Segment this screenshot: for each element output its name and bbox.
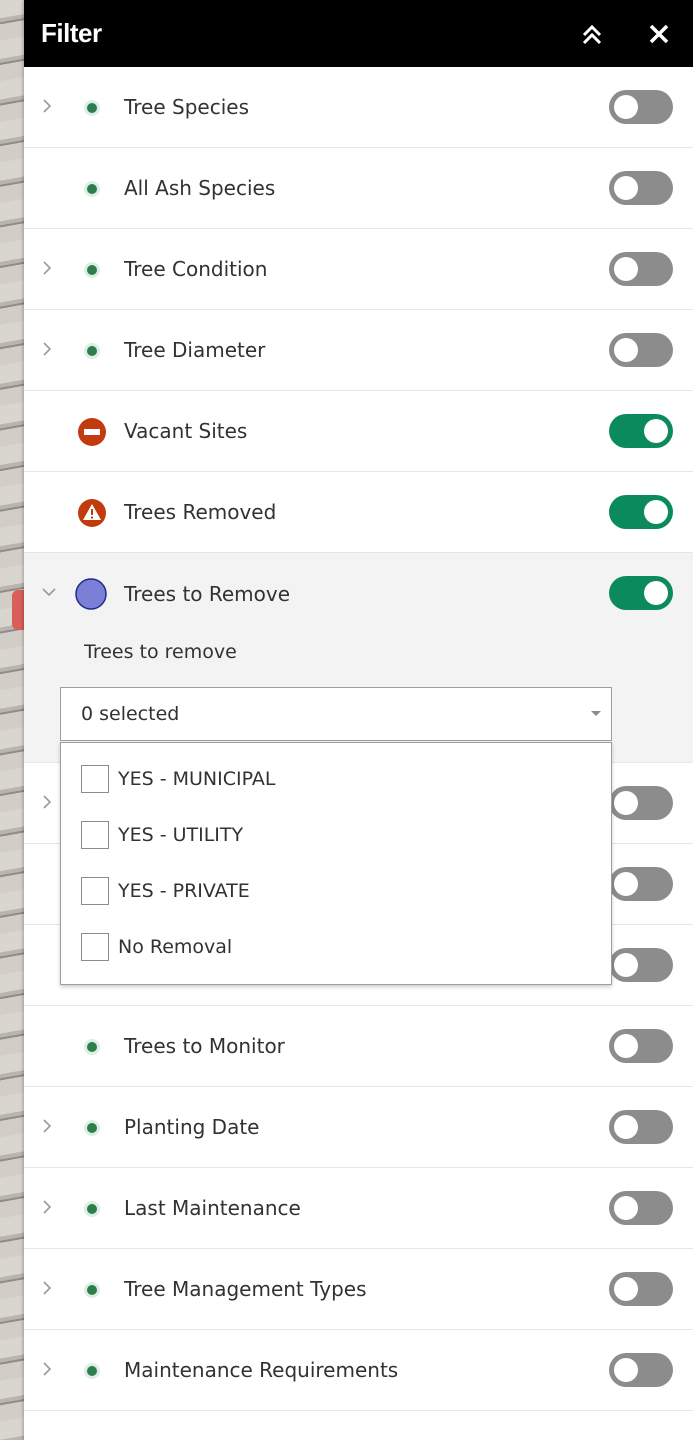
option-label: YES - MUNICIPAL (118, 768, 276, 790)
option-yes-utility[interactable]: YES - UTILITY (81, 819, 243, 851)
toggle-knob (614, 1277, 638, 1301)
filter-label: Last Maintenance (124, 1196, 301, 1220)
trees-to-remove-dropdown: YES - MUNICIPAL YES - UTILITY YES - PRIV… (60, 742, 612, 985)
map-feature (12, 590, 24, 630)
toggle-knob (614, 953, 638, 977)
panel-header: Filter (24, 0, 693, 67)
chevron-right-icon[interactable] (40, 1117, 54, 1135)
filter-label: All Ash Species (124, 176, 276, 200)
green-dot-icon (77, 1032, 107, 1062)
toggle-knob (644, 419, 668, 443)
filter-toggle[interactable] (609, 90, 673, 124)
green-dot-icon (77, 336, 107, 366)
filter-row-tree-species: Tree Species (24, 67, 693, 148)
toggle-knob (614, 1034, 638, 1058)
filter-row-last-maintenance: Last Maintenance (24, 1168, 693, 1249)
filter-toggle[interactable] (609, 867, 673, 901)
filter-row-planting-date: Planting Date (24, 1087, 693, 1168)
filter-toggle[interactable] (609, 171, 673, 205)
panel-title: Filter (41, 18, 102, 48)
filter-label: Vacant Sites (124, 419, 248, 443)
map-background (0, 0, 24, 1440)
filter-toggle[interactable] (609, 333, 673, 367)
green-dot-icon (77, 1356, 107, 1386)
filter-toggle[interactable] (609, 414, 673, 448)
filter-toggle[interactable] (609, 576, 673, 610)
filter-toggle[interactable] (609, 1272, 673, 1306)
filter-label: Trees Removed (124, 500, 277, 524)
toggle-knob (614, 1196, 638, 1220)
filter-toggle[interactable] (609, 948, 673, 982)
option-yes-private[interactable]: YES - PRIVATE (81, 875, 250, 907)
filter-label: Planting Date (124, 1115, 260, 1139)
option-yes-municipal[interactable]: YES - MUNICIPAL (81, 763, 275, 795)
filter-label: Tree Condition (124, 257, 268, 281)
chevron-right-icon[interactable] (40, 1198, 54, 1216)
toggle-knob (614, 257, 638, 281)
checkbox[interactable] (81, 877, 109, 905)
green-dot-icon (77, 174, 107, 204)
filter-toggle[interactable] (609, 1353, 673, 1387)
green-dot-icon (77, 93, 107, 123)
toggle-knob (614, 872, 638, 896)
filter-row-trees-removed: Trees Removed (24, 472, 693, 553)
green-dot-icon (77, 1113, 107, 1143)
filter-toggle[interactable] (609, 1110, 673, 1144)
green-dot-icon (77, 1194, 107, 1224)
filter-row-tree-condition: Tree Condition (24, 229, 693, 310)
filter-label: Tree Management Types (124, 1277, 367, 1301)
filter-label: Maintenance Requirements (124, 1358, 399, 1382)
chevron-right-icon[interactable] (40, 340, 54, 358)
chevron-right-icon[interactable] (40, 97, 54, 115)
filter-toggle[interactable] (609, 1191, 673, 1225)
caret-down-icon (591, 711, 601, 716)
sub-filter-label: Trees to remove (84, 641, 237, 663)
chevron-right-icon[interactable] (40, 793, 54, 811)
filter-row-vacant-sites: Vacant Sites (24, 391, 693, 472)
filter-row-all-ash-species: All Ash Species (24, 148, 693, 229)
chevron-right-icon[interactable] (40, 1279, 54, 1297)
option-label: No Removal (118, 936, 233, 958)
filter-row-trees-to-monitor: Trees to Monitor (24, 1006, 693, 1087)
chevron-right-icon[interactable] (40, 259, 54, 277)
checkbox[interactable] (81, 765, 109, 793)
green-dot-icon (77, 1275, 107, 1305)
filter-toggle[interactable] (609, 1029, 673, 1063)
filter-label: Tree Species (124, 95, 249, 119)
filter-row-tree-management-types: Tree Management Types (24, 1249, 693, 1330)
no-entry-icon (77, 417, 107, 447)
option-label: YES - UTILITY (118, 824, 244, 846)
checkbox[interactable] (81, 933, 109, 961)
filter-label: Trees to Monitor (124, 1034, 285, 1058)
toggle-knob (614, 95, 638, 119)
toggle-knob (614, 176, 638, 200)
option-label: YES - PRIVATE (118, 880, 250, 902)
green-dot-icon (77, 255, 107, 285)
checkbox[interactable] (81, 821, 109, 849)
toggle-knob (614, 1358, 638, 1382)
trees-to-remove-select[interactable]: 0 selected (60, 687, 612, 741)
option-no-removal[interactable]: No Removal (81, 931, 232, 963)
close-icon[interactable] (647, 22, 671, 46)
toggle-knob (644, 500, 668, 524)
filter-label: Tree Diameter (124, 338, 266, 362)
toggle-knob (614, 338, 638, 362)
chevron-down-icon[interactable] (40, 583, 56, 601)
toggle-knob (614, 791, 638, 815)
filter-toggle[interactable] (609, 495, 673, 529)
select-value: 0 selected (81, 703, 180, 725)
filter-toggle[interactable] (609, 786, 673, 820)
purple-circle-icon (74, 577, 107, 610)
toggle-knob (644, 581, 668, 605)
filter-toggle[interactable] (609, 252, 673, 286)
warning-icon (77, 498, 107, 528)
collapse-icon[interactable] (579, 20, 605, 48)
toggle-knob (614, 1115, 638, 1139)
chevron-right-icon[interactable] (40, 1360, 54, 1378)
filter-row-maintenance-requirements: Maintenance Requirements (24, 1330, 693, 1411)
filter-row-tree-diameter: Tree Diameter (24, 310, 693, 391)
filter-label: Trees to Remove (124, 582, 291, 606)
